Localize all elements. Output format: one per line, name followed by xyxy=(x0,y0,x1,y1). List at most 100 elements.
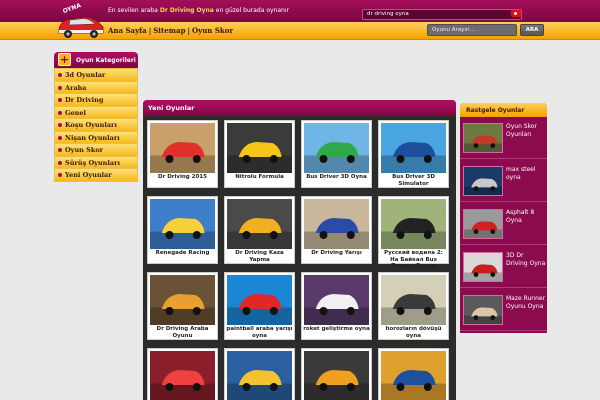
game-title[interactable]: Dr Driving Yarışı xyxy=(302,250,371,257)
random-game-item[interactable]: Maze Runner Oyunu Oyna xyxy=(460,291,547,331)
random-game-thumbnail[interactable] xyxy=(463,252,503,282)
game-title[interactable]: Bus Driver 3D Simulator xyxy=(379,174,448,187)
game-title[interactable]: Dr Driving Araba Oyunu xyxy=(148,326,217,339)
game-thumbnail[interactable] xyxy=(227,351,292,400)
game-thumbnail-icon xyxy=(464,210,502,238)
game-title[interactable]: Nitrolu Formula xyxy=(225,174,294,181)
game-thumbnail[interactable] xyxy=(304,199,369,249)
category-item[interactable]: Sürüş Oyunları xyxy=(55,155,137,168)
game-thumbnail-icon xyxy=(464,124,502,152)
category-item[interactable]: 3d Oyunlar xyxy=(55,68,137,81)
nav-item-oyun-skor[interactable]: Oyun Skor xyxy=(192,26,233,35)
nav-item-ana-sayfa[interactable]: Ana Sayfa xyxy=(108,26,147,35)
game-thumbnail[interactable] xyxy=(227,199,292,249)
random-games-panel: Rastgele Oyunlar Oyun Skor Oyunları max s… xyxy=(460,103,547,333)
game-thumbnail[interactable] xyxy=(150,199,215,249)
top-nav: Ana Sayfa | Sitemap | Oyun Skor xyxy=(108,26,233,35)
random-game-title[interactable]: 3D Dr Driving Oyna xyxy=(506,252,546,268)
game-thumbnail[interactable] xyxy=(381,351,446,400)
header-search-box[interactable]: dr driving oyna xyxy=(362,9,522,20)
site-tagline: En sevilen araba Dr Driving Oyna en güze… xyxy=(108,7,289,14)
game-card[interactable]: paintball araba yarışı oyna xyxy=(224,272,295,340)
game-card[interactable]: Renegade Racing xyxy=(147,196,218,264)
random-game-title[interactable]: max steel oyna xyxy=(506,166,546,182)
game-title[interactable]: Renegade Racing xyxy=(148,250,217,257)
random-game-thumbnail[interactable] xyxy=(463,123,503,153)
bullet-icon xyxy=(58,135,62,140)
flag-icon[interactable] xyxy=(511,10,521,17)
game-thumbnail[interactable] xyxy=(381,123,446,173)
category-item[interactable]: Yeni Oyunlar xyxy=(55,168,137,181)
header-search-value: dr driving oyna xyxy=(367,11,409,17)
random-game-thumbnail[interactable] xyxy=(463,166,503,196)
game-thumbnail[interactable] xyxy=(381,199,446,249)
random-game-title[interactable]: Maze Runner Oyunu Oyna xyxy=(506,295,546,311)
game-thumbnail[interactable] xyxy=(304,123,369,173)
game-thumbnail[interactable] xyxy=(150,275,215,325)
bullet-icon xyxy=(58,160,62,165)
category-item[interactable]: Nişan Oyunları xyxy=(55,130,137,143)
car-logo-icon: OYNA xyxy=(58,2,104,38)
game-card[interactable]: Dr Driving Araba Oyunu xyxy=(147,272,218,340)
category-item[interactable]: Koşu Oyunları xyxy=(55,118,137,131)
category-item[interactable]: Araba xyxy=(55,80,137,93)
game-title[interactable]: Dr Driving Kaza Yapma xyxy=(225,250,294,263)
game-title[interactable]: Русский водила 2: Ha Байкал Bus Taşıyıcı… xyxy=(379,250,448,270)
game-card[interactable] xyxy=(147,348,218,400)
category-item[interactable]: Dr Driving xyxy=(55,93,137,106)
category-list: 3d Oyunlar Araba Dr Driving Genel Koşu Oyunl… xyxy=(54,68,138,182)
game-title[interactable]: paintball araba yarışı oyna xyxy=(225,326,294,339)
random-game-item[interactable]: Asphalt 8 Oyna xyxy=(460,205,547,245)
bullet-icon xyxy=(58,73,62,77)
game-thumbnail[interactable] xyxy=(381,275,446,325)
random-game-title[interactable]: Asphalt 8 Oyna xyxy=(506,209,546,225)
game-card[interactable] xyxy=(378,348,449,400)
game-card[interactable]: Bus Driver 3D Simulator xyxy=(378,120,449,188)
game-thumbnail[interactable] xyxy=(304,351,369,400)
game-card[interactable]: Nitrolu Formula xyxy=(224,120,295,188)
category-item[interactable]: Oyun Skor xyxy=(55,143,137,156)
random-game-item[interactable]: max steel oyna xyxy=(460,162,547,202)
game-thumbnail[interactable] xyxy=(150,123,215,173)
category-item-label: Yeni Oyunlar xyxy=(65,171,112,179)
category-panel: + Oyun Kategorileri 3d Oyunlar Araba Dr Dr… xyxy=(54,52,138,182)
game-thumbnail[interactable] xyxy=(227,123,292,173)
search-button[interactable]: ARA xyxy=(520,24,544,36)
category-item-label: Sürüş Oyunları xyxy=(65,158,120,167)
category-item-label: 3d Oyunlar xyxy=(65,71,106,79)
game-card[interactable]: Bus Driver 3D Oyna xyxy=(301,120,372,188)
game-thumbnail[interactable] xyxy=(227,275,292,325)
game-title[interactable]: Dr Driving 2015 xyxy=(148,174,217,181)
game-title[interactable]: Bus Driver 3D Oyna xyxy=(302,174,371,181)
tagline-highlight[interactable]: Dr Driving Oyna xyxy=(160,7,214,14)
random-game-thumbnail[interactable] xyxy=(463,209,503,239)
site-logo[interactable]: OYNA xyxy=(55,2,107,43)
bullet-icon xyxy=(58,98,62,102)
game-thumbnail[interactable] xyxy=(150,351,215,400)
game-thumbnail[interactable] xyxy=(304,275,369,325)
tagline-text: En sevilen araba xyxy=(108,7,158,14)
random-game-thumbnail[interactable] xyxy=(463,295,503,325)
category-item[interactable]: Genel xyxy=(55,105,137,118)
game-thumbnail-icon xyxy=(227,351,292,400)
random-game-title[interactable]: Oyun Skor Oyunları xyxy=(506,123,546,139)
game-thumbnail-icon xyxy=(381,351,446,400)
game-card[interactable] xyxy=(301,348,372,400)
game-title[interactable]: roket geliştirme oyna xyxy=(302,326,371,333)
random-game-item[interactable]: 3D Dr Driving Oyna xyxy=(460,248,547,288)
game-title[interactable]: horozların dövüşü oyna xyxy=(379,326,448,339)
game-card[interactable] xyxy=(224,348,295,400)
game-card[interactable]: Dr Driving Yarışı xyxy=(301,196,372,264)
game-card[interactable]: Русский водила 2: Ha Байкал Bus Taşıyıcı… xyxy=(378,196,449,269)
random-game-item[interactable]: Oyun Skor Oyunları xyxy=(460,119,547,159)
game-thumbnail-icon xyxy=(150,275,215,325)
game-card[interactable]: Dr Driving 2015 xyxy=(147,120,218,188)
game-card[interactable]: roket geliştirme oyna xyxy=(301,272,372,340)
nav-item-sitemap[interactable]: Sitemap xyxy=(153,26,185,35)
game-thumbnail-icon xyxy=(227,199,292,249)
game-card[interactable]: horozların dövüşü oyna xyxy=(378,272,449,340)
category-panel-header: + Oyun Kategorileri xyxy=(54,52,138,68)
game-card[interactable]: Dr Driving Kaza Yapma xyxy=(224,196,295,264)
game-thumbnail-icon xyxy=(150,199,215,249)
search-input[interactable] xyxy=(427,24,517,36)
